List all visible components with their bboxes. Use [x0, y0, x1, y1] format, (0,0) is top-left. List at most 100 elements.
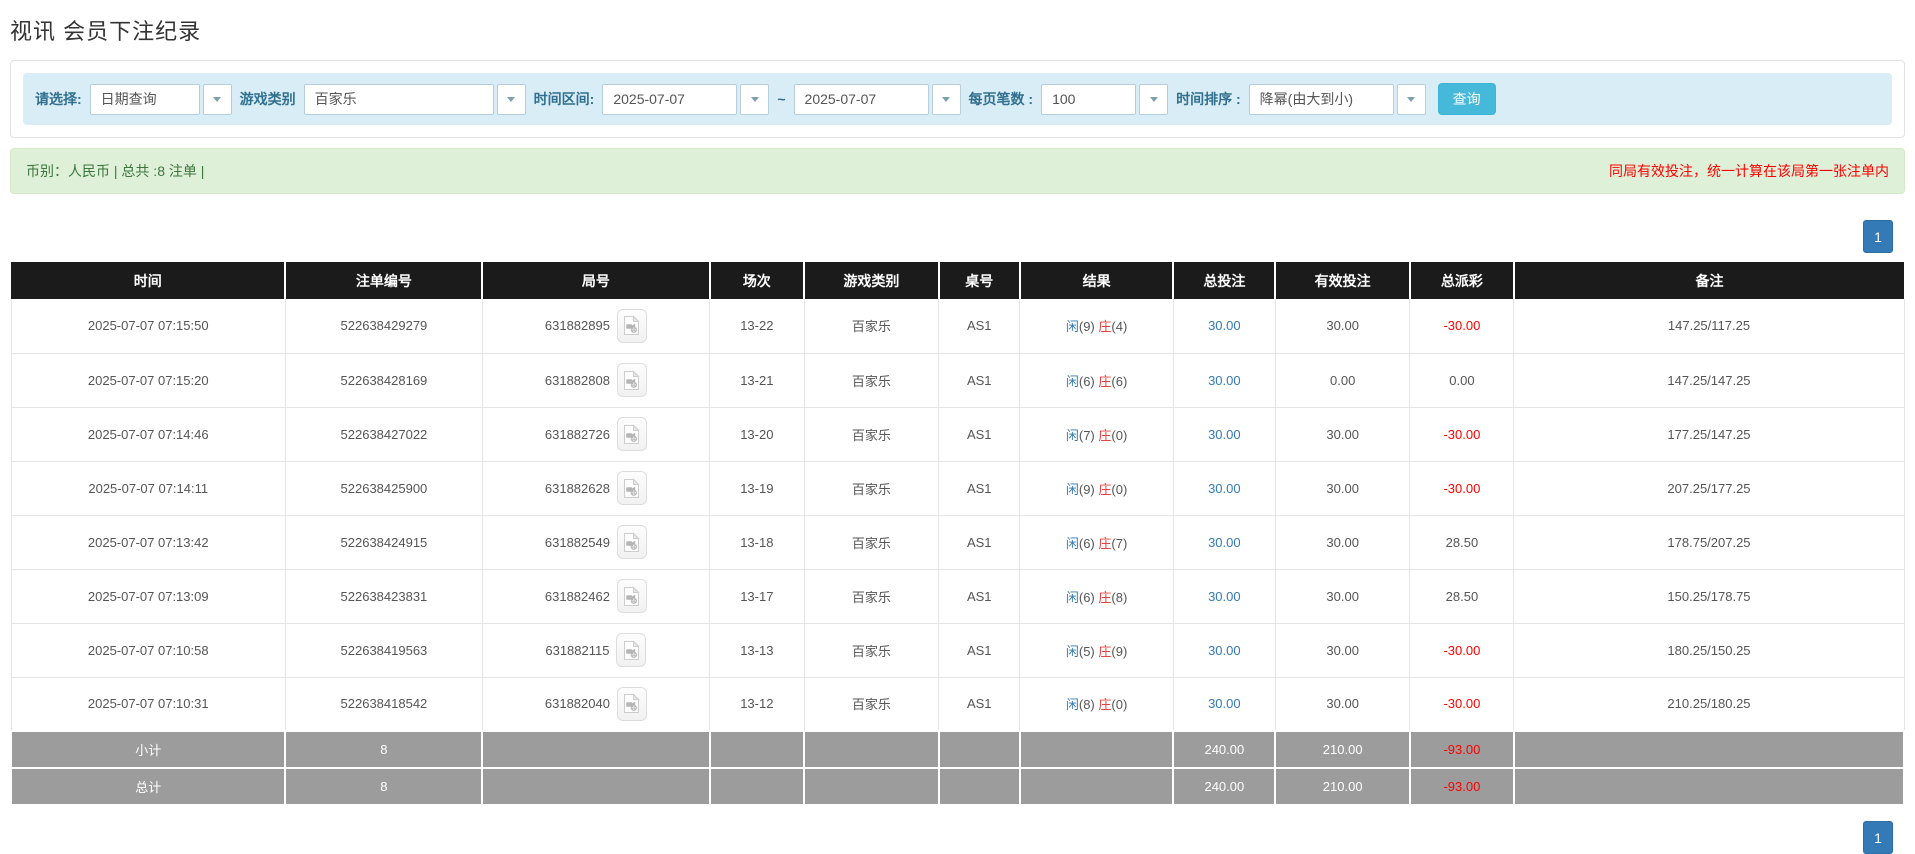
- cell-bet-id: 522638427022: [284, 406, 483, 462]
- query-type-value[interactable]: 日期查询: [89, 83, 200, 115]
- result-banker-score: (8): [1111, 589, 1128, 605]
- cell-result: 闲(6) 庄(8): [1019, 568, 1174, 624]
- cell-session: 13-17: [709, 568, 805, 624]
- video-file-icon: [624, 693, 641, 714]
- video-replay-button[interactable]: [616, 417, 647, 451]
- date-range-separator: ~: [777, 91, 786, 107]
- cell-total-bet: 30.00: [1172, 299, 1276, 354]
- result-banker-score: (0): [1111, 427, 1128, 443]
- chevron-down-icon[interactable]: [931, 83, 961, 115]
- search-button[interactable]: 查询: [1437, 83, 1496, 115]
- chevron-down-icon[interactable]: [496, 83, 526, 115]
- video-replay-button[interactable]: [616, 579, 647, 613]
- summary-total-bet: 240.00: [1172, 767, 1277, 806]
- result-banker-label: 庄: [1098, 427, 1112, 443]
- date-to-value[interactable]: 2025-07-07: [793, 83, 929, 115]
- game-category-select[interactable]: 百家乐: [303, 83, 526, 115]
- total-bet-link[interactable]: 30.00: [1208, 427, 1241, 442]
- chevron-down-icon[interactable]: [202, 83, 232, 115]
- page-size-select[interactable]: 100: [1041, 83, 1169, 115]
- video-replay-button[interactable]: [616, 686, 647, 721]
- chevron-down-icon[interactable]: [1396, 83, 1426, 115]
- video-replay-button[interactable]: [616, 363, 647, 397]
- table-row: 2025-07-07 07:14:11 522638425900 6318826…: [10, 460, 1905, 516]
- cell-time: 2025-07-07 07:10:58: [10, 622, 286, 678]
- table-footer: 小计 8 240.00 210.00 -93.00 总计 8 240.00 21…: [9, 730, 1906, 806]
- cell-remark: 150.25/178.75: [1513, 568, 1905, 624]
- query-type-label: 请选择:: [35, 91, 82, 107]
- result-player-score: (6): [1078, 589, 1095, 605]
- col-header-payout: 总派彩: [1408, 262, 1514, 299]
- result-banker-label: 庄: [1098, 319, 1112, 335]
- summary-currency-total: 币别：人民币 | 总共 :8 注单 |: [26, 163, 205, 179]
- cell-round-id: 631882808: [481, 352, 711, 408]
- query-type-select[interactable]: 日期查询: [89, 83, 232, 115]
- round-id-value: 631882726: [544, 426, 610, 442]
- table-header: 时间 注单编号 局号 场次 游戏类别 桌号 结果 总投注 有效投注 总派彩 备注: [11, 262, 1904, 299]
- video-replay-button[interactable]: [616, 525, 647, 559]
- table-summary-row: 总计 8 240.00 210.00 -93.00: [9, 767, 1906, 806]
- cell-payout: 28.50: [1409, 514, 1515, 570]
- cell-valid-bet: 30.00: [1274, 406, 1411, 462]
- cell-total-bet: 30.00: [1172, 406, 1276, 462]
- video-file-icon: [624, 585, 641, 606]
- result-player-label: 闲: [1065, 481, 1079, 497]
- summary-count: 8: [284, 767, 484, 806]
- game-category-value[interactable]: 百家乐: [303, 83, 494, 115]
- col-header-time: 时间: [11, 262, 286, 299]
- result-banker-label: 庄: [1098, 589, 1112, 605]
- total-bet-link[interactable]: 30.00: [1208, 318, 1241, 333]
- total-bet-link[interactable]: 30.00: [1208, 481, 1241, 496]
- cell-table-no: AS1: [938, 352, 1021, 408]
- total-bet-link[interactable]: 30.00: [1208, 373, 1241, 388]
- filter-panel: 请选择: 日期查询 游戏类别 百家乐 时间区间: 2025-07-07 ~ 20…: [10, 60, 1905, 138]
- video-replay-button[interactable]: [616, 308, 647, 343]
- page-size-value[interactable]: 100: [1041, 83, 1137, 115]
- table-row: 2025-07-07 07:14:46 522638427022 6318827…: [10, 406, 1905, 462]
- video-file-icon: [624, 423, 641, 444]
- cell-time: 2025-07-07 07:15:20: [10, 352, 286, 408]
- cell-valid-bet: 0.00: [1274, 352, 1411, 408]
- date-to-select[interactable]: 2025-07-07: [793, 83, 961, 115]
- date-from-value[interactable]: 2025-07-07: [602, 83, 738, 115]
- chevron-down-icon[interactable]: [740, 83, 770, 115]
- cell-round-id: 631882462: [481, 568, 711, 624]
- page-root: 视讯 会员下注纪录 请选择: 日期查询 游戏类别 百家乐 时间区间: 2025-…: [0, 0, 1915, 854]
- cell-time: 2025-07-07 07:10:31: [10, 676, 286, 732]
- game-category-label: 游戏类别: [239, 91, 296, 107]
- result-player-label: 闲: [1065, 697, 1079, 713]
- cell-session: 13-19: [709, 460, 805, 516]
- cell-payout: 28.50: [1409, 568, 1515, 624]
- cell-payout: -30.00: [1409, 460, 1515, 516]
- date-from-select[interactable]: 2025-07-07: [602, 83, 770, 115]
- video-file-icon: [624, 369, 641, 390]
- chevron-down-icon[interactable]: [1139, 83, 1169, 115]
- result-banker-score: (4): [1111, 319, 1128, 335]
- result-player-score: (8): [1078, 697, 1095, 713]
- page-number-button[interactable]: 1: [1863, 220, 1893, 253]
- video-replay-button[interactable]: [616, 471, 647, 505]
- table-row: 2025-07-07 07:10:58 522638419563 6318821…: [10, 622, 1905, 678]
- total-bet-link[interactable]: 30.00: [1208, 535, 1241, 550]
- cell-remark: 180.25/150.25: [1513, 622, 1905, 678]
- result-banker-label: 庄: [1098, 481, 1112, 497]
- time-order-select[interactable]: 降幂(由大到小): [1248, 83, 1426, 115]
- cell-total-bet: 30.00: [1172, 514, 1276, 570]
- cell-payout: -30.00: [1409, 676, 1515, 732]
- result-player-score: (9): [1078, 481, 1095, 497]
- cell-result: 闲(8) 庄(0): [1019, 676, 1174, 732]
- cell-table-no: AS1: [938, 460, 1021, 516]
- total-bet-link[interactable]: 30.00: [1208, 696, 1241, 711]
- table-summary-row: 小计 8 240.00 210.00 -93.00: [9, 730, 1906, 769]
- total-bet-link[interactable]: 30.00: [1208, 643, 1241, 658]
- summary-payout: -93.00: [1408, 767, 1515, 806]
- cell-valid-bet: 30.00: [1274, 514, 1411, 570]
- result-player-score: (7): [1078, 427, 1095, 443]
- round-id-value: 631882895: [544, 318, 610, 334]
- total-bet-link[interactable]: 30.00: [1208, 589, 1241, 604]
- time-order-value[interactable]: 降幂(由大到小): [1248, 83, 1394, 115]
- col-header-valid-bet: 有效投注: [1274, 262, 1410, 299]
- video-replay-button[interactable]: [616, 633, 647, 667]
- cell-game: 百家乐: [803, 514, 940, 570]
- cell-valid-bet: 30.00: [1274, 460, 1411, 516]
